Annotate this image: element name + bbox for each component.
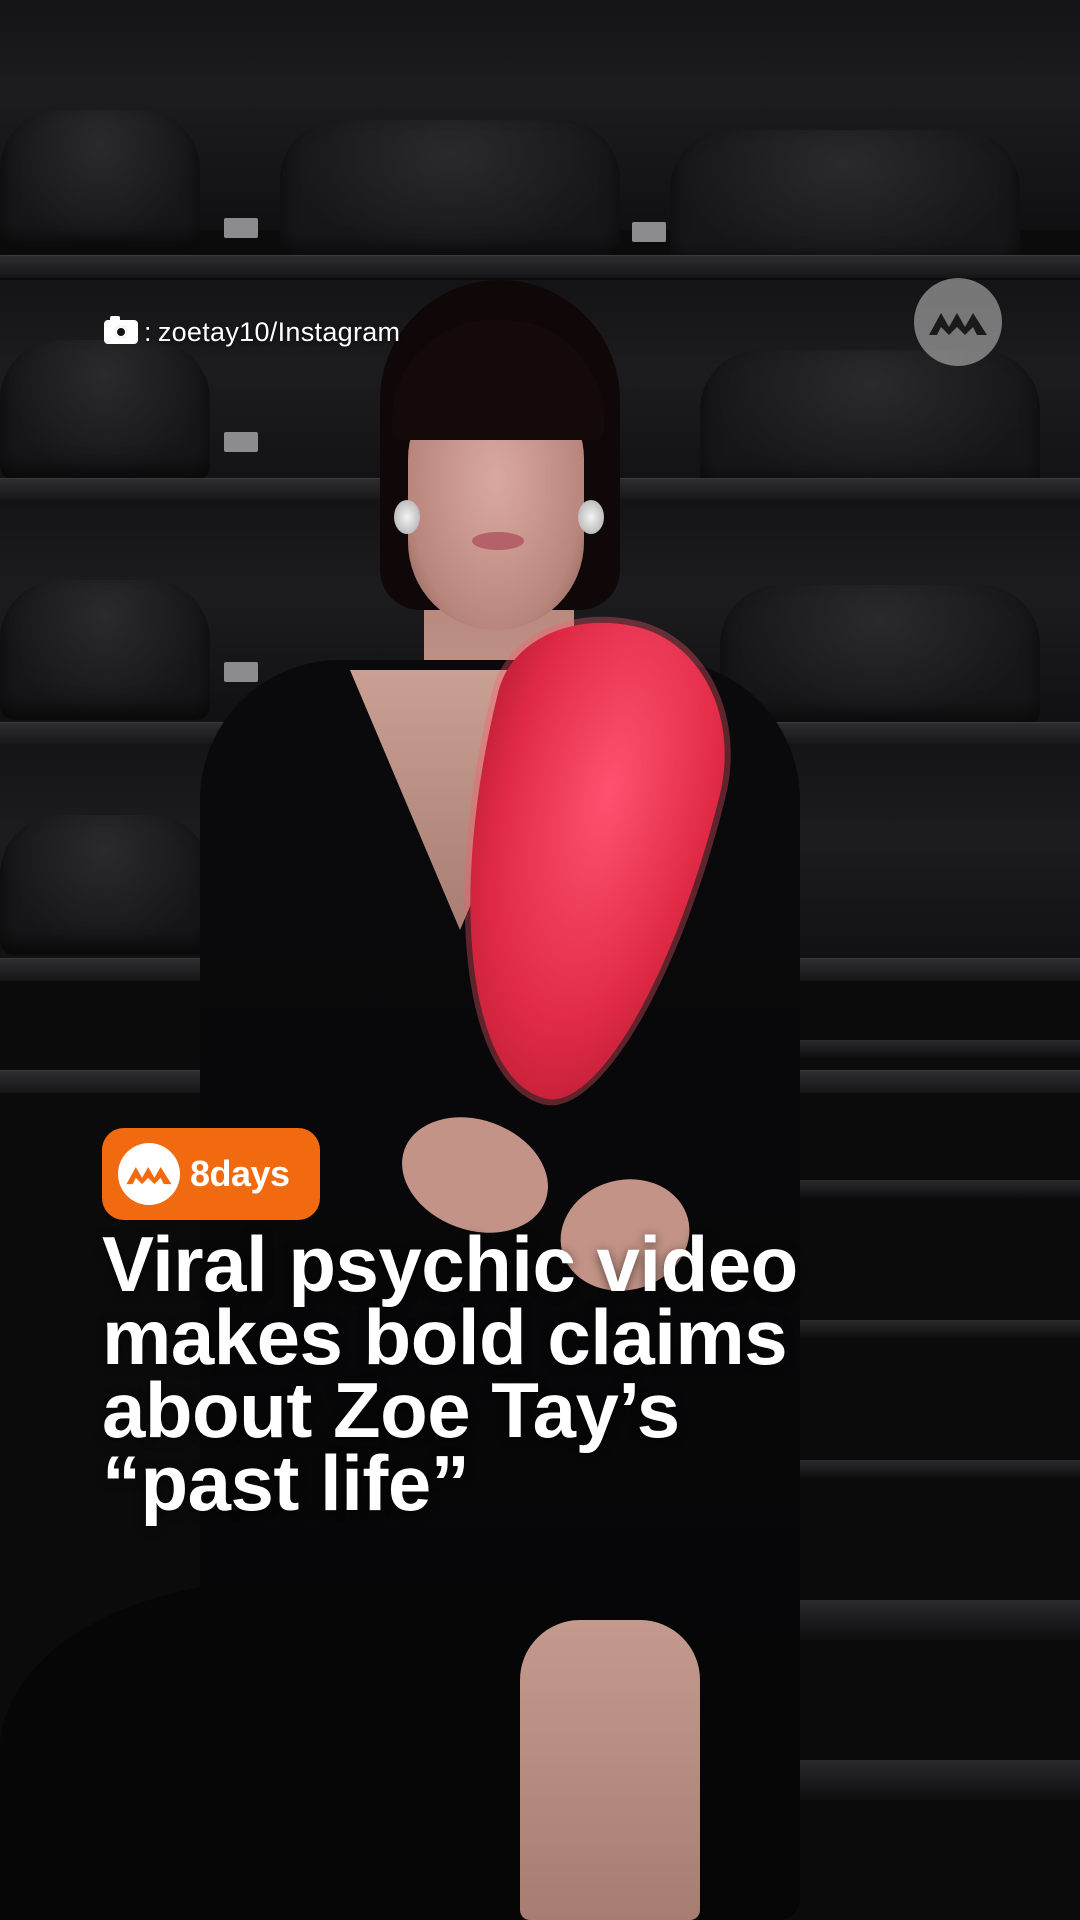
seat-bracket <box>632 222 666 242</box>
earring <box>394 500 420 534</box>
mediacorp-mark-icon <box>118 1143 180 1205</box>
stair-step <box>790 1600 1080 1640</box>
camera-icon <box>104 316 138 344</box>
background-photo <box>0 0 1080 1920</box>
photo-credit-handle: zoetay10/Instagram <box>157 316 401 347</box>
earring <box>578 500 604 534</box>
stair-step <box>790 1760 1080 1800</box>
mediacorp-logo-icon <box>929 313 987 335</box>
seat <box>0 110 200 250</box>
headline: Viral psychic video makes bold claims ab… <box>102 1220 982 1527</box>
photo-credit: : zoetay10/Instagram <box>104 314 400 350</box>
brand-badge-label: 8days <box>190 1153 290 1194</box>
publisher-logo[interactable] <box>914 278 1002 366</box>
seat <box>0 815 210 955</box>
headline-line: makes bold claims <box>102 1293 788 1381</box>
seat <box>280 120 620 260</box>
stair-step <box>790 1040 1080 1058</box>
photo-credit-separator: : <box>144 316 152 347</box>
row-rail <box>0 255 1080 278</box>
brand-badge[interactable]: 8days <box>102 1128 320 1220</box>
stair-step <box>790 1180 1080 1198</box>
headline-line: about Zoe Tay’s <box>102 1366 680 1454</box>
seat-bracket <box>224 218 258 238</box>
leg <box>520 1620 700 1920</box>
subject-figure <box>0 280 820 1920</box>
seat <box>670 130 1020 270</box>
headline-line: “past life” <box>102 1439 470 1527</box>
lips <box>472 532 524 550</box>
skirt-flare <box>0 1580 560 1920</box>
video-frame[interactable]: : zoetay10/Instagram 8days Viral psychic… <box>0 0 1080 1920</box>
seat <box>0 580 210 720</box>
seat <box>0 340 210 480</box>
headline-line: Viral psychic video <box>102 1220 798 1308</box>
